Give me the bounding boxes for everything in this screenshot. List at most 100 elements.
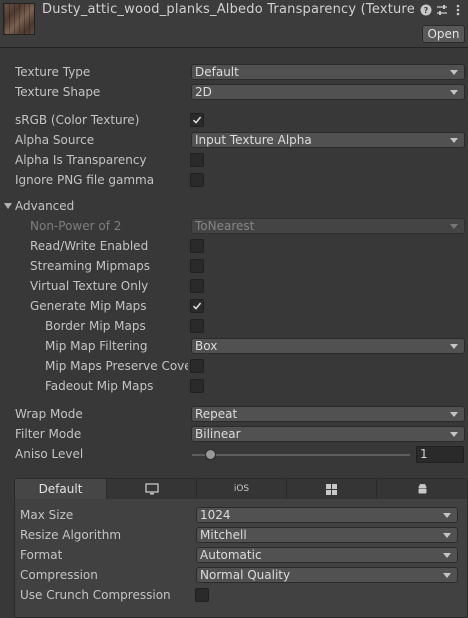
filter-mode-label: Filter Mode bbox=[15, 427, 82, 441]
streaming-mipmaps-checkbox[interactable] bbox=[190, 259, 204, 273]
srgb-checkbox[interactable] bbox=[190, 113, 204, 127]
compression-dropdown[interactable]: Normal Quality bbox=[196, 567, 458, 583]
ignore-png-gamma-label: Ignore PNG file gamma bbox=[15, 173, 155, 187]
aniso-level-field[interactable]: 1 bbox=[416, 446, 464, 463]
non-power-of-2-label: Non-Power of 2 bbox=[30, 219, 122, 233]
use-crunch-compression-label: Use Crunch Compression bbox=[20, 588, 171, 602]
mip-maps-preserve-coverage-label: Mip Maps Preserve Cover bbox=[45, 359, 188, 373]
chevron-down-icon bbox=[450, 90, 458, 95]
use-crunch-compression-row: Use Crunch Compression bbox=[0, 585, 468, 605]
wrap-mode-row: Wrap Mode Repeat bbox=[0, 404, 468, 424]
wrap-mode-label: Wrap Mode bbox=[15, 407, 83, 421]
platform-tabs: Default iOS bbox=[15, 479, 467, 499]
read-write-label: Read/Write Enabled bbox=[30, 239, 149, 253]
chevron-down-icon bbox=[443, 513, 451, 518]
compression-label: Compression bbox=[20, 568, 98, 582]
checkmark-icon bbox=[192, 116, 202, 124]
tab-default-label: Default bbox=[38, 482, 83, 496]
wrap-mode-value: Repeat bbox=[195, 407, 238, 421]
help-icon[interactable]: ? bbox=[419, 3, 432, 16]
aniso-level-slider-thumb[interactable] bbox=[204, 449, 216, 460]
texture-type-value: Default bbox=[195, 65, 239, 79]
tab-ios[interactable]: iOS bbox=[197, 479, 287, 499]
alpha-source-row: Alpha Source Input Texture Alpha bbox=[0, 130, 468, 150]
texture-type-row: Texture Type Default bbox=[0, 62, 468, 82]
presets-icon[interactable] bbox=[435, 3, 448, 16]
mip-map-filtering-value: Box bbox=[195, 339, 218, 353]
fadeout-mip-maps-checkbox[interactable] bbox=[190, 379, 204, 393]
mip-map-filtering-dropdown[interactable]: Box bbox=[191, 338, 465, 354]
mip-maps-preserve-coverage-checkbox[interactable] bbox=[190, 359, 204, 373]
monitor-icon bbox=[144, 483, 159, 495]
non-power-of-2-dropdown: ToNearest bbox=[191, 218, 465, 234]
non-power-of-2-value: ToNearest bbox=[195, 219, 255, 233]
alpha-source-value: Input Texture Alpha bbox=[195, 133, 312, 147]
ignore-png-gamma-checkbox[interactable] bbox=[190, 173, 204, 187]
resize-algorithm-value: Mitchell bbox=[200, 528, 247, 542]
alpha-source-dropdown[interactable]: Input Texture Alpha bbox=[191, 132, 465, 148]
chevron-down-icon bbox=[443, 533, 451, 538]
filter-mode-value: Bilinear bbox=[195, 427, 241, 441]
svg-text:?: ? bbox=[423, 6, 428, 15]
advanced-label: Advanced bbox=[15, 199, 75, 213]
tab-android[interactable] bbox=[377, 479, 467, 499]
format-label: Format bbox=[20, 548, 63, 562]
max-size-dropdown[interactable]: 1024 bbox=[196, 507, 458, 523]
ignore-png-gamma-row: Ignore PNG file gamma bbox=[0, 170, 468, 190]
max-size-row: Max Size 1024 bbox=[0, 505, 468, 525]
streaming-mipmaps-row: Streaming Mipmaps bbox=[0, 256, 468, 276]
filter-mode-dropdown[interactable]: Bilinear bbox=[191, 426, 465, 442]
streaming-mipmaps-label: Streaming Mipmaps bbox=[30, 259, 151, 273]
generate-mip-maps-label: Generate Mip Maps bbox=[30, 299, 147, 313]
resize-algorithm-dropdown[interactable]: Mitchell bbox=[196, 527, 458, 543]
texture-type-dropdown[interactable]: Default bbox=[191, 64, 465, 80]
compression-value: Normal Quality bbox=[200, 568, 291, 582]
mip-map-filtering-label: Mip Map Filtering bbox=[45, 339, 148, 353]
border-mip-maps-checkbox[interactable] bbox=[190, 319, 204, 333]
aniso-level-row: Aniso Level 1 bbox=[0, 444, 468, 464]
fadeout-mip-maps-label: Fadeout Mip Maps bbox=[45, 379, 154, 393]
chevron-down-icon bbox=[450, 344, 458, 349]
non-power-of-2-row: Non-Power of 2 ToNearest bbox=[0, 216, 468, 236]
format-dropdown[interactable]: Automatic bbox=[196, 547, 458, 563]
alpha-source-label: Alpha Source bbox=[15, 133, 95, 147]
windows-icon bbox=[326, 483, 337, 495]
chevron-down-icon bbox=[450, 138, 458, 143]
wrap-mode-dropdown[interactable]: Repeat bbox=[191, 406, 465, 422]
open-button[interactable]: Open bbox=[422, 25, 465, 43]
alpha-is-transparency-row: Alpha Is Transparency bbox=[0, 150, 468, 170]
chevron-down-icon bbox=[450, 224, 458, 229]
texture-shape-dropdown[interactable]: 2D bbox=[191, 84, 465, 100]
tab-default[interactable]: Default bbox=[15, 479, 107, 499]
more-icon[interactable] bbox=[451, 3, 464, 16]
read-write-checkbox[interactable] bbox=[190, 239, 204, 253]
resize-algorithm-label: Resize Algorithm bbox=[20, 528, 122, 542]
mip-maps-preserve-coverage-row: Mip Maps Preserve Cover bbox=[0, 356, 468, 376]
chevron-down-icon bbox=[450, 432, 458, 437]
tab-windows[interactable] bbox=[287, 479, 377, 499]
texture-shape-row: Texture Shape 2D bbox=[0, 82, 468, 102]
filter-mode-row: Filter Mode Bilinear bbox=[0, 424, 468, 444]
texture-thumbnail bbox=[3, 3, 35, 35]
advanced-foldout[interactable]: Advanced bbox=[0, 196, 468, 216]
chevron-down-icon bbox=[450, 70, 458, 75]
aniso-level-slider-track[interactable] bbox=[192, 454, 410, 456]
border-mip-maps-row: Border Mip Maps bbox=[0, 316, 468, 336]
generate-mip-maps-row: Generate Mip Maps bbox=[0, 296, 468, 316]
virtual-texture-only-checkbox[interactable] bbox=[190, 279, 204, 293]
resize-algorithm-row: Resize Algorithm Mitchell bbox=[0, 525, 468, 545]
generate-mip-maps-checkbox[interactable] bbox=[190, 299, 204, 313]
mip-map-filtering-row: Mip Map Filtering Box bbox=[0, 336, 468, 356]
android-icon bbox=[418, 483, 426, 494]
tab-ios-label: iOS bbox=[233, 484, 250, 494]
texture-shape-value: 2D bbox=[195, 85, 212, 99]
max-size-label: Max Size bbox=[20, 508, 74, 522]
virtual-texture-only-label: Virtual Texture Only bbox=[30, 279, 149, 293]
tab-standalone[interactable] bbox=[107, 479, 197, 499]
texture-shape-label: Texture Shape bbox=[15, 85, 101, 99]
format-value: Automatic bbox=[200, 548, 262, 562]
use-crunch-compression-checkbox[interactable] bbox=[195, 588, 209, 602]
alpha-is-transparency-checkbox[interactable] bbox=[190, 153, 204, 167]
chevron-down-icon bbox=[450, 412, 458, 417]
inspector-header: Dusty_attic_wood_planks_Albedo Transpare… bbox=[0, 0, 468, 48]
